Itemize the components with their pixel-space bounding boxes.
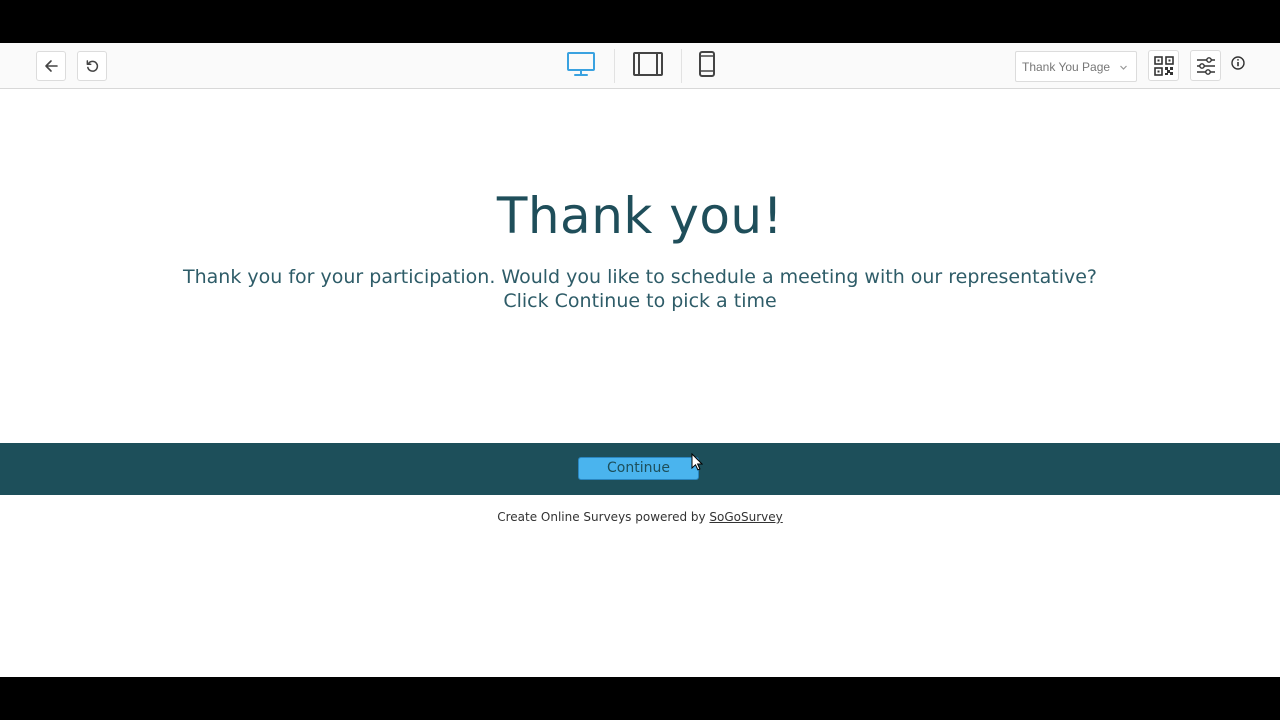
qr-code-icon (1153, 55, 1174, 76)
toolbar-divider (681, 49, 682, 83)
mobile-view-button[interactable] (689, 49, 725, 83)
page-selector-value: Thank You Page (1022, 59, 1111, 74)
powered-by-footer: Create Online Surveys powered by SoGoSur… (0, 510, 1280, 524)
chevron-down-icon (1119, 61, 1128, 75)
survey-preview-app: Thank You Page Thank you! Thank you for … (0, 43, 1280, 677)
settings-button[interactable] (1190, 50, 1221, 81)
info-icon (1231, 55, 1245, 75)
reset-button[interactable] (77, 51, 107, 81)
rotate-ccw-icon (85, 59, 100, 74)
tablet-view-button[interactable] (630, 49, 666, 83)
footer-text: Create Online Surveys powered by (497, 510, 710, 524)
monitor-icon (566, 51, 596, 82)
thank-you-message: Thank you for your participation. Would … (0, 265, 1280, 313)
sogosurvey-link[interactable]: SoGoSurvey (709, 510, 782, 524)
letterbox-top (0, 0, 1280, 43)
letterbox-bottom (0, 677, 1280, 720)
qr-code-button[interactable] (1148, 50, 1179, 81)
toolbar-divider (614, 49, 615, 83)
preview-toolbar: Thank You Page (0, 43, 1280, 89)
thank-you-title: Thank you! (496, 187, 784, 245)
thank-you-message-line-2: Click Continue to pick a time (503, 290, 777, 312)
mouse-cursor-icon (691, 452, 704, 476)
arrow-left-icon (44, 59, 58, 73)
continue-band: Continue (0, 443, 1280, 495)
tablet-icon (632, 51, 664, 82)
page-selector-dropdown[interactable]: Thank You Page (1015, 51, 1137, 82)
thank-you-message-line-1: Thank you for your participation. Would … (183, 266, 1097, 288)
desktop-view-button[interactable] (563, 49, 599, 83)
back-button[interactable] (36, 51, 66, 81)
continue-button[interactable]: Continue (578, 457, 699, 480)
info-button[interactable] (1229, 55, 1247, 75)
phone-icon (698, 50, 716, 82)
sliders-icon (1196, 56, 1216, 75)
